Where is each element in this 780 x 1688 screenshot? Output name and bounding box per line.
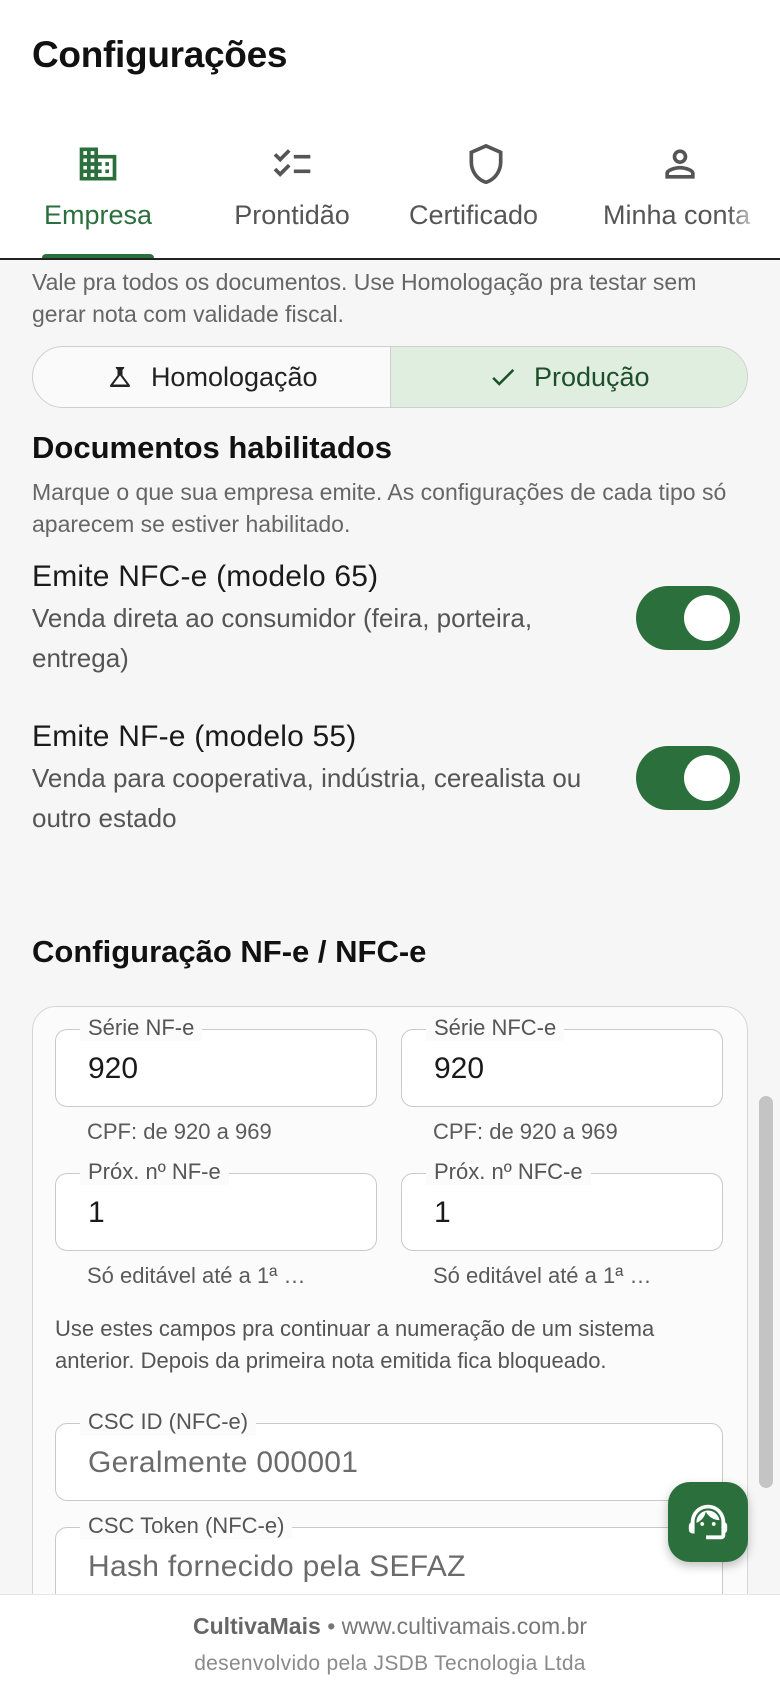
serie-nfe-value: 920 [88,1052,139,1085]
config-card: Série NF-e 920 Série NFC-e 920 CPF: de 9… [32,1006,748,1594]
documents-section-title: Documentos habilitados [32,430,392,465]
prox-nfce-helper: Só editável até a 1ª … [433,1263,652,1288]
environment-toggle: Homologação Produção [32,346,748,408]
environment-description: Vale pra todos os documentos. Use Homolo… [32,269,697,327]
documents-description: Marque o que sua empresa emite. As confi… [32,479,727,537]
tab-prontidao[interactable]: Prontidão [194,130,390,258]
serie-nfce-value: 920 [434,1052,485,1085]
active-tab-indicator [42,254,154,258]
prox-nfce-field[interactable]: Próx. nº NFC-e 1 [401,1159,723,1251]
scrollbar[interactable] [759,1096,773,1488]
settings-content: Vale pra todos os documentos. Use Homolo… [0,262,780,1594]
serie-nfce-field[interactable]: Série NFC-e 920 [401,1015,723,1107]
building-icon [79,147,117,181]
serie-nfce-label: Série NFC-e [426,1015,565,1041]
tab-label: Prontidão [234,200,350,230]
prox-nfe-helper: Só editável até a 1ª … [87,1263,306,1288]
app-footer: CultivaMais • www.cultivamais.com.br des… [0,1594,780,1688]
csc-id-placeholder: Geralmente 000001 [88,1446,359,1479]
footer-brand-line: CultivaMais • www.cultivamais.com.br [0,1613,780,1640]
footer-url[interactable]: www.cultivamais.com.br [342,1613,587,1639]
nfce-switch[interactable] [636,586,740,650]
tab-certificado[interactable]: Certificado [388,130,584,258]
producao-option[interactable]: Produção [389,347,747,407]
serie-nfe-label: Série NF-e [80,1015,203,1041]
tab-label: Certificado [409,200,539,230]
nfce-toggle-subtitle: Venda direta ao consumidor (feira, porte… [32,603,533,673]
footer-credit: desenvolvido pela JSDB Tecnologia Ltda [194,1652,586,1675]
homologacao-label: Homologação [150,361,318,392]
serie-nfce-helper: CPF: de 920 a 969 [433,1119,618,1144]
footer-brand: CultivaMais [192,1613,321,1639]
producao-label: Produção [533,361,650,392]
tab-minha-conta[interactable]: Minha conta [582,130,778,258]
serie-nfe-field[interactable]: Série NF-e 920 [55,1015,377,1107]
serie-nfe-helper: CPF: de 920 a 969 [87,1119,272,1144]
checklist-icon [273,149,311,177]
page-title: Configurações [32,34,288,75]
csc-id-field[interactable]: CSC ID (NFC-e) Geralmente 000001 [55,1409,723,1501]
prox-nfe-field[interactable]: Próx. nº NF-e 1 [55,1159,377,1251]
nfe-toggle-title: Emite NF-e (modelo 55) [32,720,357,753]
prox-nfce-label: Próx. nº NFC-e [426,1159,591,1185]
config-section-title: Configuração NF-e / NFC-e [32,934,427,969]
csc-token-label: CSC Token (NFC-e) [80,1513,293,1539]
tab-label: Empresa [43,200,153,230]
switch-knob [684,755,730,801]
prox-nfe-value: 1 [88,1196,105,1229]
app-header: Configurações Empresa Prontidão Certific… [0,0,780,260]
support-agent-icon [688,1504,728,1540]
csc-token-placeholder: Hash fornecido pela SEFAZ [88,1550,466,1583]
nfe-toggle-row: Emite NF-e (modelo 55) Venda para cooper… [32,720,748,840]
csc-token-field[interactable]: CSC Token (NFC-e) Hash fornecido pela SE… [55,1513,723,1594]
support-fab[interactable] [668,1482,748,1562]
person-icon [665,149,695,179]
prox-nfe-label: Próx. nº NF-e [80,1159,229,1185]
nfe-toggle-subtitle: Venda para cooperativa, indústria, cerea… [32,763,582,833]
tab-empresa[interactable]: Empresa [0,130,196,258]
footer-separator: • [327,1613,336,1639]
prox-nfce-value: 1 [434,1196,451,1229]
nfce-toggle-title: Emite NFC-e (modelo 65) [32,560,379,593]
numbering-note: Use estes campos pra continuar a numeraç… [55,1316,655,1373]
tab-label: Minha conta [603,200,751,230]
shield-icon [469,143,503,185]
switch-knob [684,595,730,641]
homologacao-option[interactable]: Homologação [33,347,390,407]
nfce-toggle-row: Emite NFC-e (modelo 65) Venda direta ao … [32,560,748,680]
flask-icon [109,367,130,387]
check-icon [492,368,515,386]
nfe-switch[interactable] [636,746,740,810]
tab-bar: Empresa Prontidão Certificado Minha cont… [0,130,780,260]
csc-id-label: CSC ID (NFC-e) [80,1409,257,1435]
